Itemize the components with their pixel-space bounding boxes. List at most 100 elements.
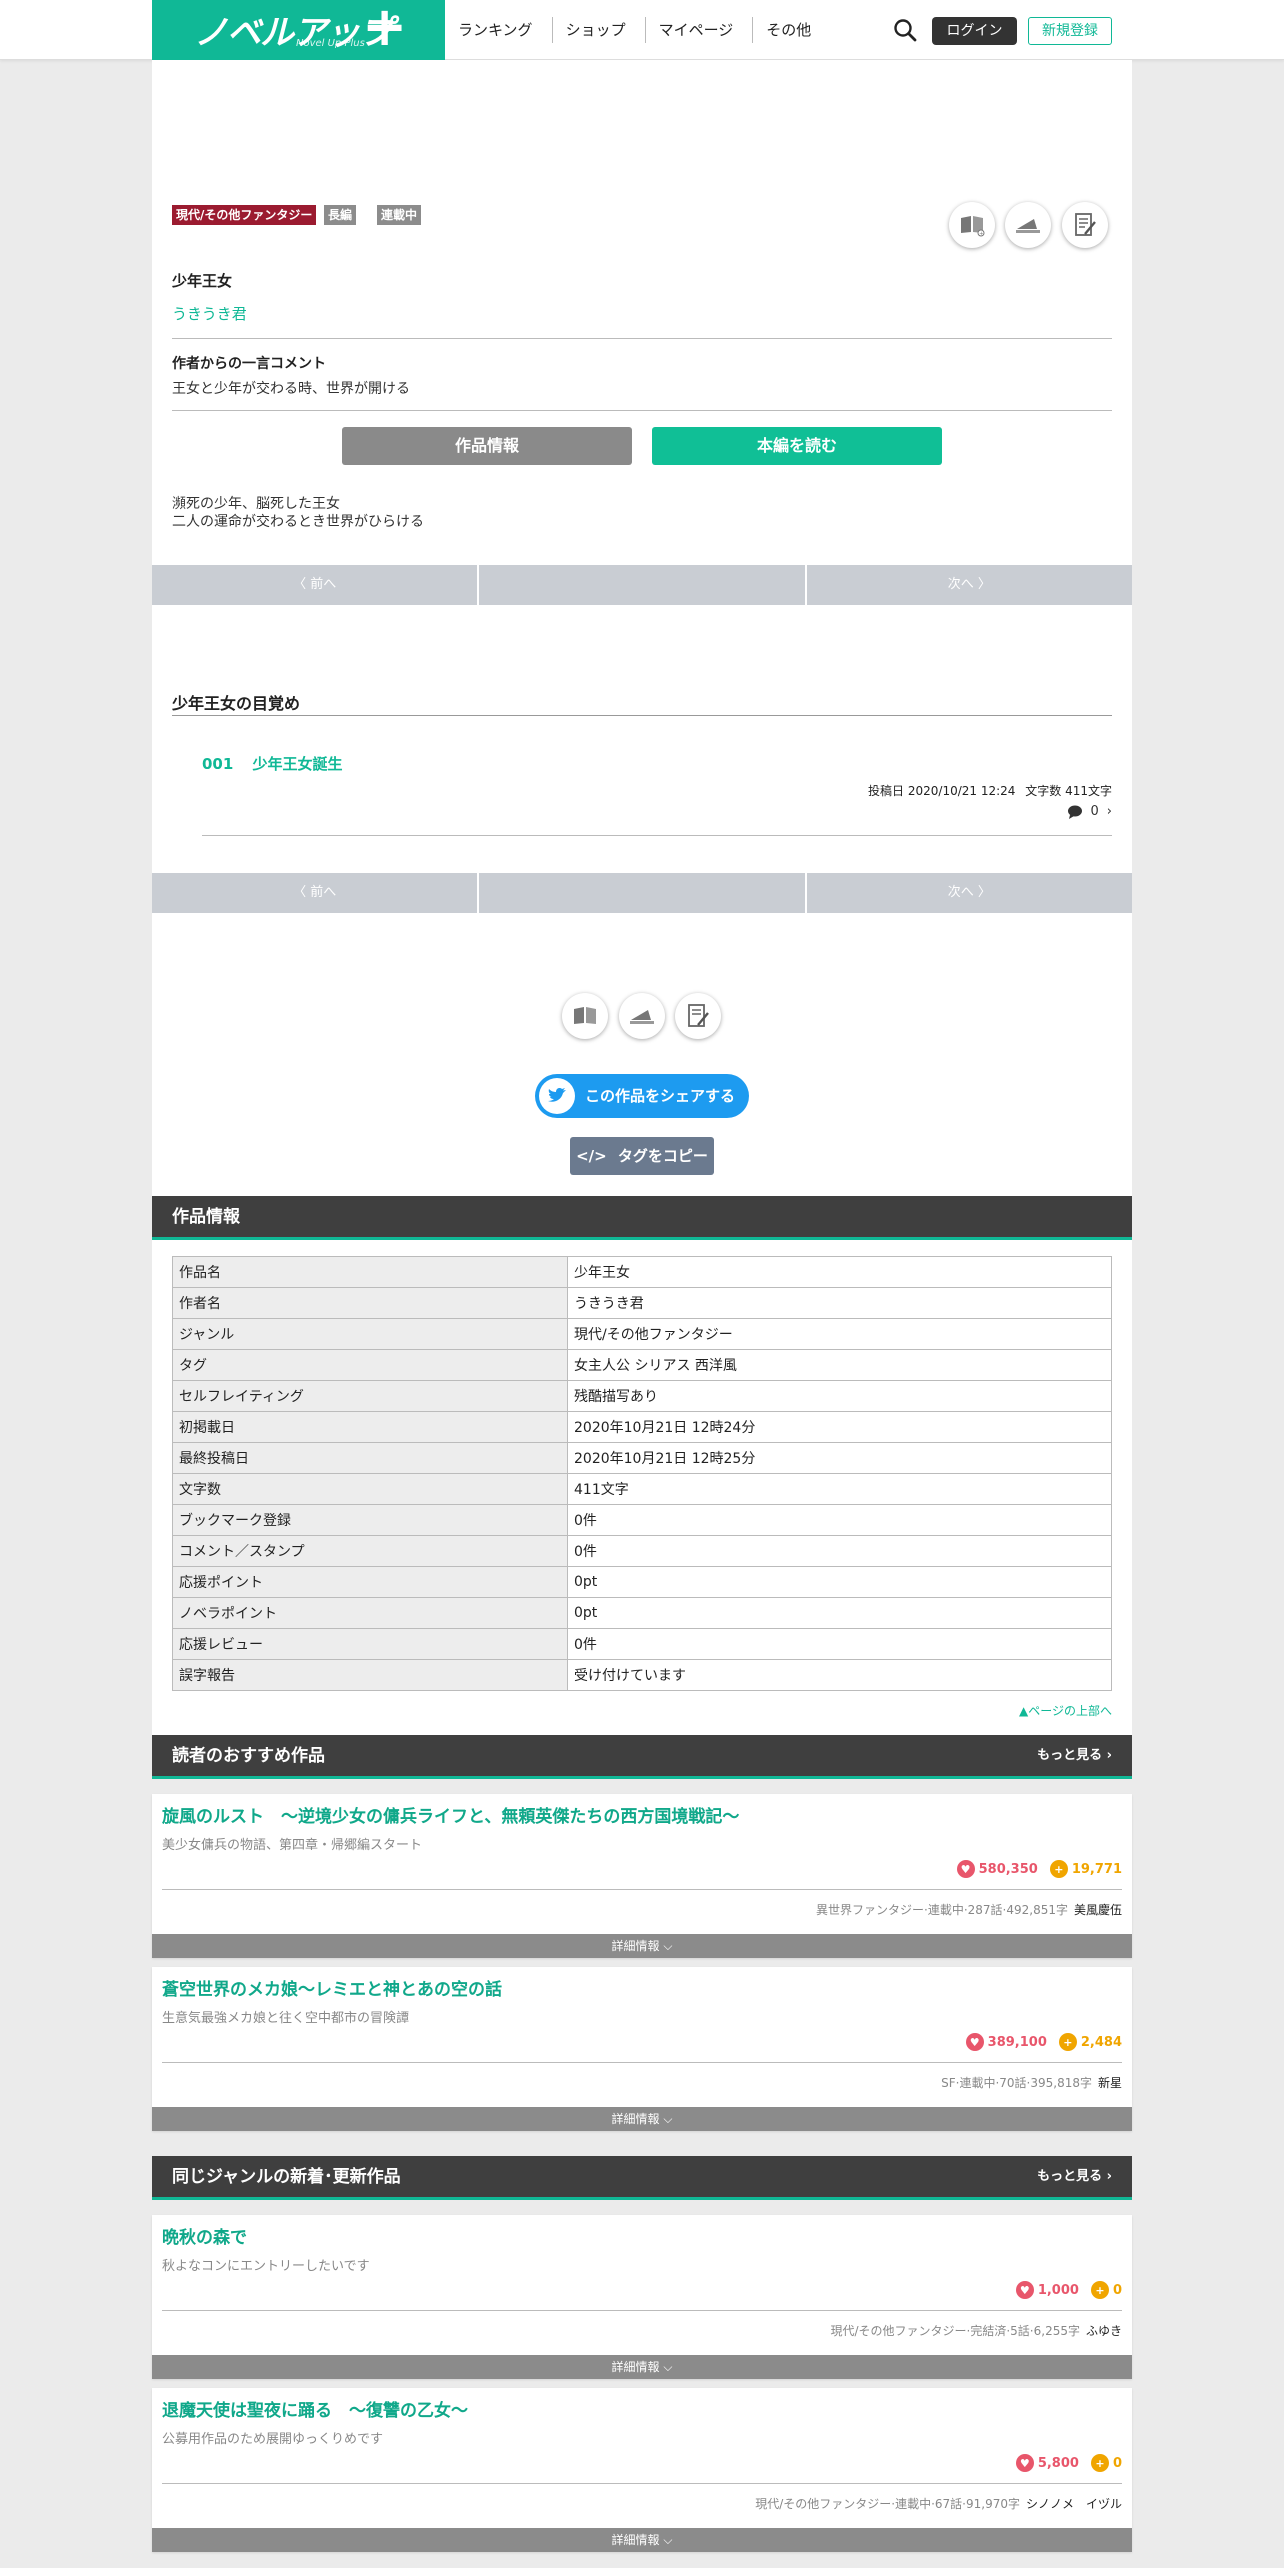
nav-mypage[interactable]: マイページ bbox=[646, 17, 754, 43]
site-logo[interactable]: ノベルアップ Novel Up Plus + bbox=[152, 0, 445, 60]
card-title[interactable]: 旋風のルスト ～逆境少女の傭兵ライフと、無頼英傑たちの西方国境戦記～ bbox=[162, 1802, 739, 1827]
work-card[interactable]: 退魔天使は聖夜に踊る ～復讐の乙女～ 公募用作品のため展開ゆっくりめです ♥ 5,80… bbox=[152, 2388, 1132, 2552]
genre-tag[interactable]: 現代/その他ファンタジー bbox=[172, 205, 317, 225]
info-row: ジャンル 現代/その他ファンタジー bbox=[172, 1318, 1112, 1350]
bookmark-button[interactable]: + bbox=[949, 202, 995, 248]
info-value: 0pt bbox=[567, 1597, 1112, 1629]
info-key: 応援ポイント bbox=[172, 1566, 568, 1598]
info-key: ジャンル bbox=[172, 1318, 568, 1350]
card-points: 1,000 bbox=[1037, 2282, 1079, 2298]
detail-toggle[interactable]: 詳細情報 ⌵ bbox=[152, 2355, 1132, 2379]
info-key: 作品名 bbox=[172, 1256, 568, 1288]
pager-prev[interactable]: 〈 前へ bbox=[152, 873, 480, 913]
review-button[interactable] bbox=[675, 993, 721, 1039]
author-link[interactable]: うきうき君 bbox=[172, 303, 247, 324]
twitter-icon bbox=[539, 1078, 575, 1114]
detail-toggle[interactable]: 詳細情報 ⌵ bbox=[152, 2107, 1132, 2131]
info-value: 0件 bbox=[567, 1628, 1112, 1660]
info-key: 作者名 bbox=[172, 1287, 568, 1319]
divider bbox=[162, 2062, 1122, 2063]
detail-label: 詳細情報 bbox=[611, 2533, 660, 2547]
login-button[interactable]: ログイン bbox=[932, 17, 1017, 45]
pager-next[interactable]: 次へ 〉 bbox=[807, 565, 1132, 605]
author-comment: 王女と少年が交わる時、世界が開ける bbox=[172, 381, 410, 397]
heart-icon: ♥ bbox=[956, 1860, 975, 1878]
info-value: 411文字 bbox=[567, 1473, 1112, 1505]
info-value[interactable]: 女主人公 シリアス 西洋風 bbox=[567, 1349, 1112, 1381]
pager-next[interactable]: 次へ 〉 bbox=[807, 873, 1132, 913]
card-novela-points: 0 bbox=[1112, 2282, 1122, 2298]
card-novela-points: 0 bbox=[1112, 2455, 1122, 2471]
detail-toggle[interactable]: 詳細情報 ⌵ bbox=[152, 1934, 1132, 1958]
card-novela-points: 2,484 bbox=[1080, 2034, 1122, 2050]
register-button[interactable]: 新規登録 bbox=[1028, 17, 1112, 45]
work-panel: 現代/その他ファンタジー 長編 連載中 + 少年王女 うきうき君 作者からの一言… bbox=[152, 60, 1132, 565]
work-info-button[interactable]: 作品情報 bbox=[342, 427, 632, 465]
pager-prev[interactable]: 〈 前へ bbox=[152, 565, 480, 605]
card-points: 5,800 bbox=[1037, 2455, 1079, 2471]
nav-shop[interactable]: ショップ bbox=[553, 17, 646, 43]
info-row: 作品名 少年王女 bbox=[172, 1256, 1112, 1288]
work-card[interactable]: 旋風のルスト ～逆境少女の傭兵ライフと、無頼英傑たちの西方国境戦記～ 美少女傭兵の… bbox=[152, 1794, 1132, 1958]
divider bbox=[162, 1889, 1122, 1890]
card-catchphrase: 公募用作品のため展開ゆっくりめです bbox=[162, 2432, 384, 2447]
chapter-title: 少年王女の目覚め bbox=[172, 694, 301, 713]
info-key: 初掲載日 bbox=[172, 1411, 568, 1443]
review-icon bbox=[1075, 213, 1096, 236]
nav-ranking[interactable]: ランキング bbox=[445, 17, 553, 43]
info-row: ノベラポイント 0pt bbox=[172, 1597, 1112, 1629]
nav-other[interactable]: その他 bbox=[753, 17, 830, 43]
card-catchphrase: 生意気最強メカ娘と往く空中都市の冒険譚 bbox=[162, 2011, 410, 2026]
info-key: 応援レビュー bbox=[172, 1628, 568, 1660]
work-card[interactable]: 蒼空世界のメカ娘～レミエと神とあの空の話 生意気最強メカ娘と往く空中都市の冒険譚 ♥… bbox=[152, 1967, 1132, 2131]
code-icon: </> bbox=[576, 1147, 607, 1165]
info-value: 0件 bbox=[567, 1504, 1112, 1536]
pager-prev-label: 前へ bbox=[310, 885, 337, 900]
read-button[interactable]: 本編を読む bbox=[652, 427, 942, 465]
episode-comments[interactable]: 0 › bbox=[1067, 804, 1112, 819]
cheer-button[interactable] bbox=[1005, 202, 1051, 248]
divider bbox=[172, 715, 1112, 716]
info-value[interactable]: うきうき君 bbox=[567, 1287, 1112, 1319]
cheer-button[interactable] bbox=[619, 993, 665, 1039]
card-title[interactable]: 退魔天使は聖夜に踊る ～復讐の乙女～ bbox=[162, 2396, 468, 2421]
card-meta-text: 現代/その他ファンタジー·連載中·67話·91,970字 bbox=[755, 2497, 1020, 2511]
detail-label: 詳細情報 bbox=[611, 2360, 660, 2374]
work-card[interactable]: 晩秋の森で 秋よなコンにエントリーしたいです ♥ 1,000 +0 現代/その他ファンタジ… bbox=[152, 2215, 1132, 2379]
share-twitter-button[interactable]: この作品をシェアする bbox=[535, 1074, 749, 1118]
synopsis-line-2: 二人の運命が交わるとき世界がひらける bbox=[172, 514, 424, 530]
copy-tag-button[interactable]: </> タグをコピー bbox=[570, 1137, 714, 1175]
episode-number: 001 bbox=[202, 755, 234, 773]
coin-icon: + bbox=[1049, 1860, 1068, 1878]
search-icon[interactable] bbox=[892, 17, 918, 43]
detail-toggle[interactable]: 詳細情報 ⌵ bbox=[152, 2528, 1132, 2552]
info-value: 残酷描写あり bbox=[567, 1380, 1112, 1412]
pager-bottom: 〈 前へ 次へ 〉 bbox=[152, 873, 1132, 913]
coin-icon: + bbox=[1090, 2281, 1109, 2299]
card-author[interactable]: 新星 bbox=[1098, 2076, 1122, 2090]
info-value[interactable]: 現代/その他ファンタジー bbox=[567, 1318, 1112, 1350]
info-key: コメント／スタンプ bbox=[172, 1535, 568, 1567]
card-meta: 異世界ファンタジー·連載中·287話·492,851字 美風慶伍 bbox=[816, 1901, 1122, 1918]
review-button[interactable] bbox=[1062, 202, 1108, 248]
more-link[interactable]: もっと見る › bbox=[1037, 2156, 1112, 2198]
card-title[interactable]: 晩秋の森で bbox=[162, 2223, 247, 2248]
card-author[interactable]: 美風慶伍 bbox=[1074, 1903, 1122, 1917]
chevron-right-icon: › bbox=[1106, 1748, 1112, 1763]
card-novela-points: 19,771 bbox=[1071, 1861, 1122, 1877]
info-key: セルフレイティング bbox=[172, 1380, 568, 1412]
coin-icon: + bbox=[1058, 2033, 1077, 2051]
bookmark-button[interactable] bbox=[562, 993, 608, 1039]
card-author[interactable]: シノノメ イヅル bbox=[1026, 2497, 1122, 2511]
more-link[interactable]: もっと見る › bbox=[1037, 1735, 1112, 1777]
episode-link[interactable]: 001 少年王女誕生 bbox=[202, 753, 343, 774]
info-value: 2020年10月21日 12時25分 bbox=[567, 1442, 1112, 1474]
card-author[interactable]: ふゆき bbox=[1086, 2324, 1122, 2338]
card-title[interactable]: 蒼空世界のメカ娘～レミエと神とあの空の話 bbox=[162, 1975, 502, 2000]
page-top-link[interactable]: ▲ページの上部へ bbox=[1019, 1702, 1112, 1719]
length-tag: 長編 bbox=[324, 205, 357, 225]
card-stats: ♥ 5,800 +0 bbox=[1004, 2454, 1122, 2472]
info-row: タグ 女主人公 シリアス 西洋風 bbox=[172, 1349, 1112, 1381]
bookmark-icon: + bbox=[961, 216, 985, 237]
divider bbox=[162, 2483, 1122, 2484]
